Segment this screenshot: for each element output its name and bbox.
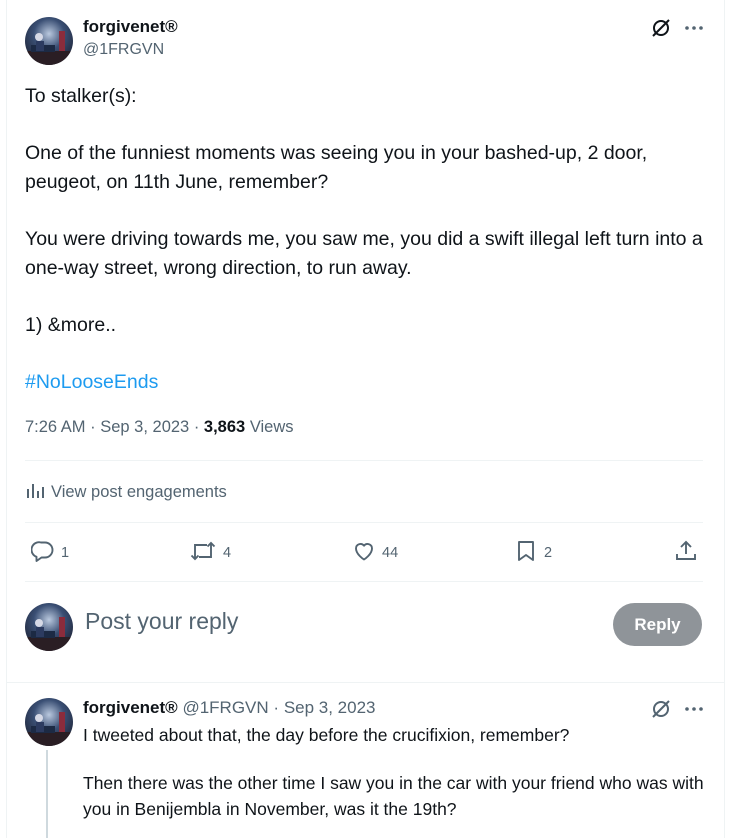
reply-author-handle[interactable]: @1FRGVN bbox=[182, 698, 268, 717]
like-icon bbox=[352, 539, 376, 567]
view-engagements-link[interactable]: View post engagements bbox=[25, 480, 227, 504]
reply-author-name[interactable]: forgivenet® bbox=[83, 698, 178, 717]
post-meta: 7:26 AM · Sep 3, 2023 · 3,863 Views bbox=[25, 418, 294, 436]
divider bbox=[6, 682, 725, 683]
divider bbox=[25, 460, 703, 461]
hashtag-link[interactable]: #NoLooseEnds bbox=[25, 371, 158, 393]
reply-separator: · bbox=[273, 698, 280, 717]
reply-text: I tweeted about that, the day before the… bbox=[83, 722, 713, 822]
repost-icon bbox=[189, 539, 217, 567]
more-icon[interactable] bbox=[683, 17, 705, 39]
reply-header: forgivenet® @1FRGVN · Sep 3, 2023 bbox=[83, 698, 376, 718]
engagements-label: View post engagements bbox=[51, 482, 227, 501]
reply-input[interactable]: Post your reply bbox=[85, 608, 238, 635]
post-date[interactable]: Sep 3, 2023 bbox=[100, 418, 189, 436]
bookmark-icon bbox=[514, 539, 538, 567]
views-count: 3,863 bbox=[203, 418, 246, 436]
bookmark-count: 2 bbox=[544, 545, 553, 561]
reply-count: 1 bbox=[61, 545, 70, 561]
analytics-icon bbox=[25, 480, 45, 505]
repost-count: 4 bbox=[223, 545, 232, 561]
reply-author-avatar[interactable] bbox=[25, 698, 73, 746]
divider bbox=[25, 581, 703, 582]
grok-icon[interactable] bbox=[650, 698, 672, 720]
author-name[interactable]: forgivenet® bbox=[83, 17, 178, 37]
thread-connector-line bbox=[46, 750, 48, 838]
more-icon[interactable] bbox=[683, 698, 705, 720]
grok-icon[interactable] bbox=[650, 17, 672, 39]
like-count: 44 bbox=[382, 545, 399, 561]
like-action[interactable]: 44 bbox=[352, 540, 398, 566]
reply-button[interactable]: Reply bbox=[613, 603, 702, 646]
post-text: To stalker(s): One of the funniest momen… bbox=[25, 82, 715, 397]
bookmark-action[interactable]: 2 bbox=[514, 540, 552, 566]
author-handle[interactable]: @1FRGVN bbox=[83, 41, 164, 59]
reply-text-line: I tweeted about that, the day before the… bbox=[83, 725, 570, 745]
share-action[interactable] bbox=[674, 540, 698, 566]
views-label: Views bbox=[249, 418, 294, 436]
reply-icon bbox=[30, 539, 55, 567]
reply-date[interactable]: Sep 3, 2023 bbox=[284, 698, 376, 717]
current-user-avatar[interactable] bbox=[25, 603, 73, 651]
post-text-line: You were driving towards me, you saw me,… bbox=[25, 228, 703, 279]
reply-text-line: Then there was the other time I saw you … bbox=[83, 773, 704, 819]
repost-action[interactable]: 4 bbox=[189, 540, 231, 566]
post-text-line: To stalker(s): bbox=[25, 85, 137, 107]
author-avatar[interactable] bbox=[25, 17, 73, 65]
post-text-line: 1) &more.. bbox=[25, 314, 117, 336]
reply-action[interactable]: 1 bbox=[30, 539, 70, 567]
post-time[interactable]: 7:26 AM bbox=[25, 418, 86, 436]
post-text-line: One of the funniest moments was seeing y… bbox=[25, 142, 648, 193]
divider bbox=[25, 522, 703, 523]
share-icon bbox=[674, 539, 698, 567]
